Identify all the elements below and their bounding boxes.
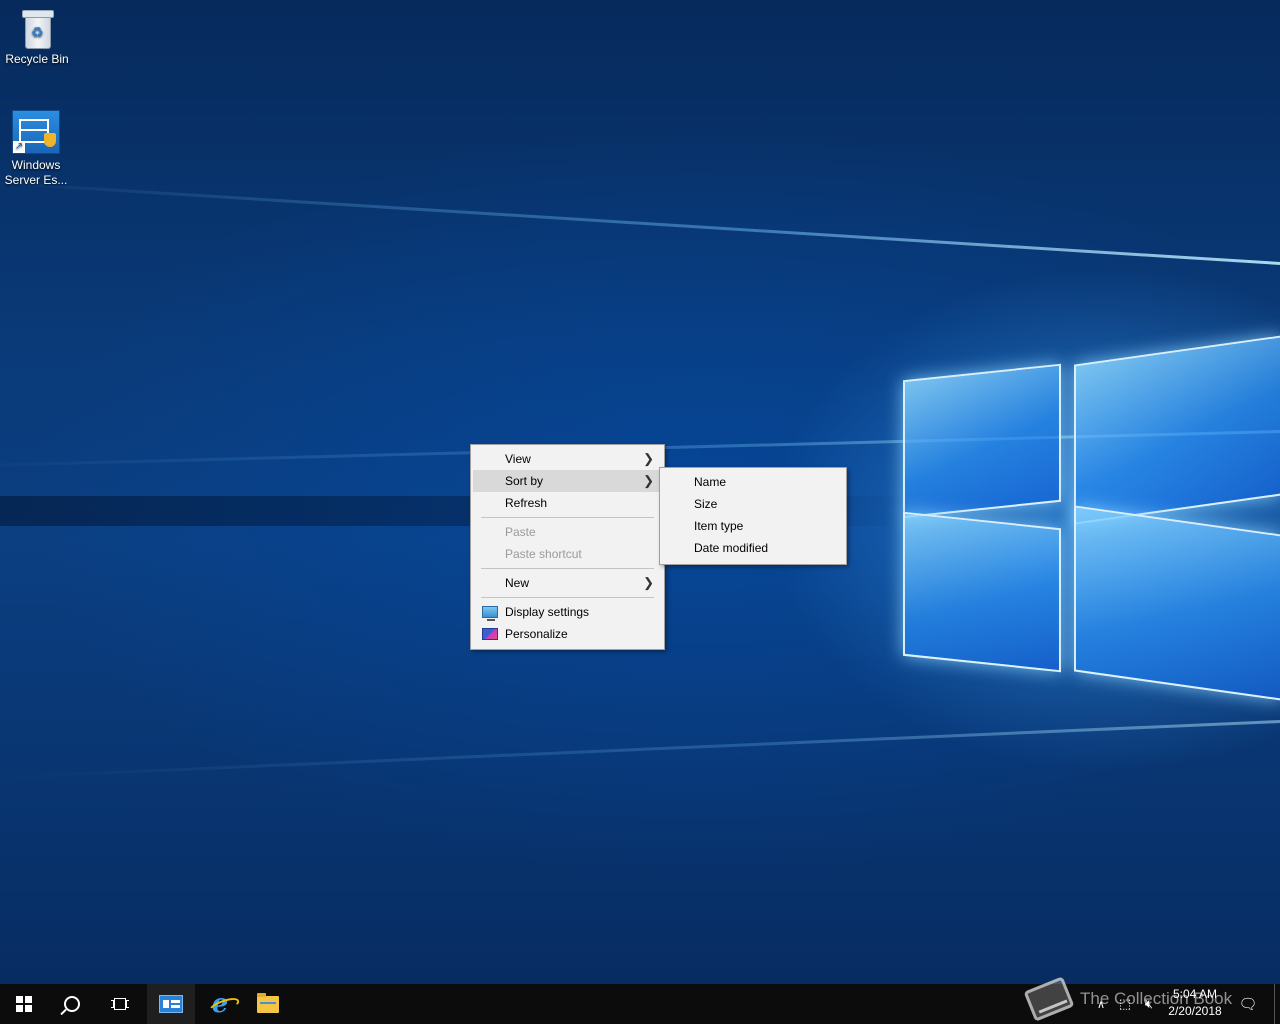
sort-option-name[interactable]: Name (662, 471, 844, 493)
server-manager-icon (159, 995, 183, 1013)
search-icon (64, 996, 80, 1012)
wallpaper-window-pane (1074, 335, 1280, 525)
notification-icon: 🗨︎ (1238, 996, 1258, 1013)
menu-separator (481, 568, 654, 569)
internet-explorer-button[interactable]: e (196, 984, 244, 1024)
internet-explorer-icon: e (211, 989, 229, 1019)
personalize-icon (482, 628, 498, 640)
chevron-right-icon: ❯ (643, 575, 654, 590)
wallpaper-window-pane (903, 511, 1061, 673)
wallpaper-beam (0, 179, 1280, 265)
menu-item-refresh[interactable]: Refresh (473, 492, 662, 514)
watermark: The Collection Book (1023, 974, 1233, 1024)
menu-item-sort-by[interactable]: Sort by ❯ (473, 470, 662, 492)
watermark-text: The Collection Book (1080, 989, 1233, 1008)
windows-server-essentials-icon: ↗ (12, 110, 60, 154)
show-desktop-button[interactable] (1274, 984, 1280, 1024)
action-center-button[interactable]: 🗨︎ (1234, 984, 1262, 1024)
display-settings-icon (482, 606, 498, 621)
wallpaper-beam (1, 720, 1280, 779)
sort-option-date-modified[interactable]: Date modified (662, 537, 844, 559)
menu-item-paste[interactable]: Paste (473, 521, 662, 543)
server-manager-button[interactable] (147, 984, 195, 1024)
wallpaper-window-pane (903, 363, 1061, 519)
shortcut-label-line1: Windows (11, 158, 61, 172)
book-icon (1023, 976, 1075, 1022)
chevron-right-icon: ❯ (643, 451, 654, 466)
task-view-button[interactable] (96, 984, 144, 1024)
sort-option-size[interactable]: Size (662, 493, 844, 515)
sort-by-submenu: Name Size Item type Date modified (659, 467, 847, 565)
search-button[interactable] (48, 984, 96, 1024)
file-explorer-button[interactable] (244, 984, 292, 1024)
wallpaper-window-pane (1074, 505, 1280, 701)
menu-item-new[interactable]: New ❯ (473, 572, 662, 594)
menu-item-personalize[interactable]: Personalize (473, 623, 662, 645)
windows-server-essentials-shortcut[interactable]: ↗ Windows Server Es... (0, 110, 72, 188)
sort-option-item-type[interactable]: Item type (662, 515, 844, 537)
menu-separator (481, 517, 654, 518)
start-button[interactable] (0, 984, 48, 1024)
recycle-bin-icon: ♻ (20, 8, 54, 49)
recycle-bin-label: Recycle Bin (5, 52, 69, 66)
menu-item-view[interactable]: View ❯ (473, 448, 662, 470)
start-icon (16, 996, 32, 1012)
file-explorer-icon (257, 992, 279, 1013)
desktop-context-menu: View ❯ Sort by ❯ Refresh Paste Paste sho… (470, 444, 665, 650)
shortcut-label-line2: Server Es... (4, 173, 68, 187)
chevron-right-icon: ❯ (643, 473, 654, 488)
menu-separator (481, 597, 654, 598)
menu-item-display-settings[interactable]: Display settings (473, 601, 662, 623)
task-view-icon (111, 997, 129, 1011)
recycle-bin[interactable]: ♻ Recycle Bin (1, 8, 73, 67)
menu-item-paste-shortcut[interactable]: Paste shortcut (473, 543, 662, 565)
